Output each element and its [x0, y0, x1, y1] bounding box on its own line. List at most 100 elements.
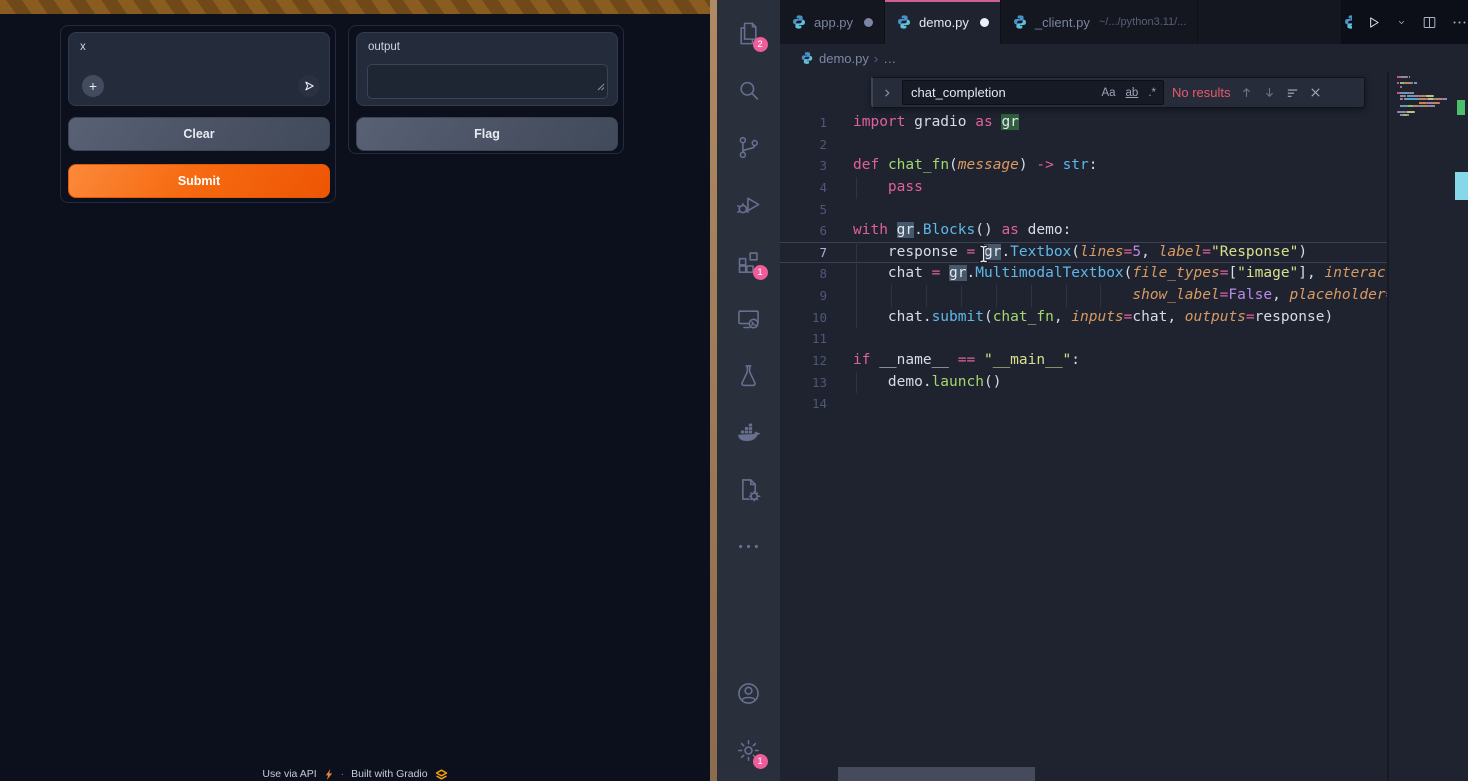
input-label: x: [80, 41, 86, 53]
run-icon[interactable]: [1365, 14, 1382, 31]
minimap-line: [1397, 82, 1417, 84]
find-widget: chat_completion Aa ab .* No results: [871, 77, 1365, 108]
activity-badge: 2: [753, 37, 768, 52]
code-line: 6with gr.Blocks() as demo:: [780, 220, 1387, 242]
clear-button[interactable]: Clear: [68, 117, 330, 151]
regex-toggle[interactable]: .*: [1145, 86, 1159, 100]
minimap-line: [1419, 102, 1440, 104]
find-query-text[interactable]: chat_completion: [911, 85, 1094, 100]
gradio-logo-icon: [435, 769, 448, 780]
close-find-icon[interactable]: [1308, 85, 1323, 100]
python-file-icon: [800, 51, 814, 65]
output-block: output: [356, 32, 618, 106]
code-line: 3def chat_fn(message) -> str:: [780, 155, 1387, 177]
minimap-line: [1400, 105, 1436, 107]
api-lightning-icon: [324, 769, 334, 780]
code-line: 12if __name__ == "__main__":: [780, 350, 1387, 372]
breadcrumb-more[interactable]: …: [883, 51, 896, 66]
output-label: output: [368, 41, 400, 53]
line-number: 12: [780, 350, 827, 372]
output-textarea[interactable]: [367, 64, 608, 99]
activity-settings-icon[interactable]: 1: [724, 725, 774, 775]
line-number: 11: [780, 328, 827, 350]
send-icon: [302, 79, 316, 93]
breadcrumb[interactable]: demo.py › …: [780, 44, 1468, 72]
activity-run-debug-icon[interactable]: [724, 179, 774, 229]
modified-dot-icon[interactable]: [864, 18, 873, 27]
mouse-ibeam-cursor: [978, 244, 990, 269]
line-number: 4: [780, 177, 827, 199]
resize-handle-icon[interactable]: [595, 78, 605, 96]
editor-content[interactable]: chat_completion Aa ab .* No results: [780, 72, 1468, 781]
activity-search-icon[interactable]: [724, 65, 774, 115]
submit-button[interactable]: Submit: [68, 164, 330, 198]
activity-docker-icon[interactable]: [724, 407, 774, 457]
code-editor[interactable]: 1import gradio as gr23def chat_fn(messag…: [780, 112, 1387, 415]
clipped-python-tab-icon: [1343, 14, 1352, 30]
minimap[interactable]: [1387, 72, 1468, 781]
line-number: 7: [780, 242, 827, 264]
next-match-icon[interactable]: [1262, 85, 1277, 100]
find-in-selection-icon[interactable]: [1285, 85, 1300, 100]
code-line: 4 pass: [780, 177, 1387, 199]
attach-file-button[interactable]: +: [82, 75, 104, 97]
minimap-line: [1397, 76, 1410, 78]
tab-demo.py[interactable]: demo.py: [885, 0, 1001, 44]
flag-button[interactable]: Flag: [356, 117, 618, 151]
activity-file-gear-icon[interactable]: [724, 464, 774, 514]
screen: x + Clear Submit output: [0, 0, 1468, 781]
use-via-api-link[interactable]: Use via API: [262, 768, 316, 780]
split-editor-icon[interactable]: [1421, 14, 1438, 31]
vscode-window: 21 1 app.pydemo.py_client.py~/.../python…: [717, 0, 1468, 781]
breadcrumb-file[interactable]: demo.py: [819, 51, 869, 66]
toggle-replace-chevron-icon[interactable]: [880, 86, 894, 100]
minimap-line: [1397, 92, 1414, 94]
output-column: output Flag: [348, 25, 624, 154]
activity-files-icon[interactable]: 2: [724, 8, 774, 58]
built-with-gradio-link[interactable]: Built with Gradio: [351, 768, 427, 780]
line-number: 6: [780, 220, 827, 242]
activity-remote-explorer-icon[interactable]: [724, 293, 774, 343]
previous-match-icon[interactable]: [1239, 85, 1254, 100]
editor-actions: [1341, 0, 1468, 44]
more-icon[interactable]: [1451, 14, 1468, 31]
code-line: 5: [780, 199, 1387, 221]
horizontal-scrollbar[interactable]: [838, 767, 1035, 781]
gradio-app-pane: x + Clear Submit output: [0, 0, 710, 781]
window-edge-strip: [710, 0, 717, 781]
minimap-line: [1397, 111, 1415, 113]
activity-test-beaker-icon[interactable]: [724, 350, 774, 400]
activity-extensions-icon[interactable]: 1: [724, 236, 774, 286]
line-number: 9: [780, 285, 827, 307]
code-line: 7 response = gr.Textbox(lines=5, label="…: [780, 242, 1387, 264]
send-button[interactable]: [298, 75, 320, 97]
line-number: 1: [780, 112, 827, 134]
python-file-icon: [791, 14, 807, 30]
whole-word-toggle[interactable]: ab: [1123, 86, 1142, 100]
chevron-down-icon[interactable]: [1395, 16, 1408, 29]
activity-source-control-icon[interactable]: [724, 122, 774, 172]
activity-bar: 21: [717, 0, 780, 781]
code-line: 1import gradio as gr: [780, 112, 1387, 134]
tab-_client.py[interactable]: _client.py~/.../python3.11/...: [1001, 0, 1198, 44]
minimap-line: [1400, 86, 1403, 88]
modified-dot-icon[interactable]: [980, 18, 989, 27]
multimodal-input-block[interactable]: x +: [68, 32, 330, 106]
gradio-footer: Use via API · Built with Gradio: [0, 768, 710, 780]
match-case-toggle[interactable]: Aa: [1098, 86, 1118, 100]
plus-icon: +: [89, 79, 97, 93]
line-number: 13: [780, 372, 827, 394]
activity-more-icon[interactable]: [724, 521, 774, 571]
tab-app.py[interactable]: app.py: [780, 0, 885, 44]
find-status: No results: [1172, 85, 1231, 100]
line-number: 2: [780, 134, 827, 156]
minimap-line: [1400, 98, 1447, 100]
activity-account-icon[interactable]: [724, 668, 774, 718]
breadcrumb-chevron-icon: ›: [874, 51, 878, 66]
line-number: 10: [780, 307, 827, 329]
line-number: 8: [780, 263, 827, 285]
footer-separator: ·: [341, 768, 345, 780]
find-input[interactable]: chat_completion Aa ab .*: [902, 80, 1164, 105]
tab-label: app.py: [814, 15, 853, 30]
code-line: 14: [780, 393, 1387, 415]
